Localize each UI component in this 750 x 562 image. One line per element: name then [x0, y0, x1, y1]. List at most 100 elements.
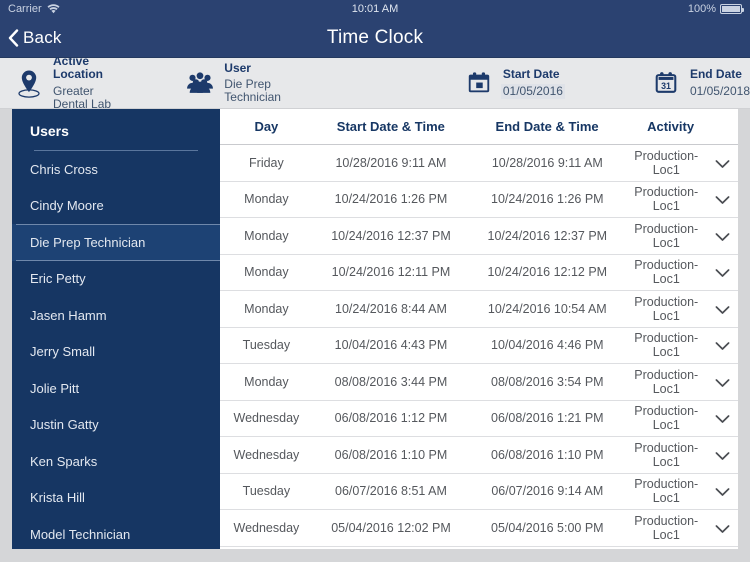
chevron-down-icon[interactable]	[715, 377, 730, 387]
chevron-down-icon[interactable]	[715, 340, 730, 351]
cell-activity-label: Production-Loc1	[634, 440, 699, 469]
cell-activity-label: Production-Loc1	[634, 404, 699, 433]
cell-day: Friday	[249, 155, 284, 170]
column-header-day: Day	[254, 119, 279, 134]
chevron-down-icon[interactable]	[715, 231, 730, 241]
chevron-down-icon[interactable]	[715, 413, 730, 424]
sidebar-item-user[interactable]: Jasen Hamm	[12, 297, 220, 334]
table-row[interactable]: Tuesday 10/04/2016 4:43 PM 10/04/2016 4:46…	[220, 327, 738, 364]
active-location-label: Active Location	[53, 54, 103, 82]
table-row[interactable]: Monday 10/24/2016 12:11 PM 10/24/2016 12:1…	[220, 254, 738, 291]
sidebar-item-user[interactable]: Justin Gatty	[12, 407, 220, 444]
cell-activity-label: Production-Loc1	[634, 258, 699, 287]
active-location-filter[interactable]: Active Location Greater Dental Lab	[14, 54, 119, 111]
battery-percent-label: 100%	[687, 3, 716, 15]
time-clock-screen: Carrier 10:01 AM 100% Back Time Clock Ac…	[0, 0, 750, 562]
cell-activity[interactable]: Production-Loc1	[625, 258, 738, 286]
sidebar-item-label: Jasen Hamm	[30, 307, 107, 323]
table-row[interactable]: Monday 10/24/2016 1:26 PM 10/24/2016 1:26 …	[220, 181, 738, 218]
cell-activity[interactable]: Production-Loc1	[625, 514, 738, 542]
cell-end: 06/08/2016 1:10 PM	[491, 447, 604, 462]
cell-day: Tuesday	[242, 484, 291, 499]
content-area: Users Chris Cross Cindy Moore Die Prep Tec…	[0, 109, 750, 562]
cell-activity[interactable]: Production-Loc1	[625, 185, 738, 213]
end-date-value[interactable]: 01/05/2018	[690, 84, 750, 98]
table-row[interactable]: Wednesday 06/08/2016 1:10 PM 06/08/2016 1:…	[220, 437, 738, 474]
cell-activity[interactable]: Production-Loc1	[625, 441, 738, 469]
sidebar-item-user[interactable]: Model Technician	[12, 516, 220, 549]
cell-activity[interactable]: Production-Loc1	[625, 149, 738, 177]
table-row[interactable]: Monday 10/24/2016 8:44 AM 10/24/2016 10:54…	[220, 291, 738, 328]
cell-activity[interactable]: Production-Loc1	[625, 404, 738, 432]
cell-activity-label: Production-Loc1	[634, 477, 699, 506]
column-header-start: Start Date & Time	[336, 119, 445, 134]
sidebar-item-user[interactable]: Jerry Small	[12, 334, 220, 371]
end-date-text: End Date 01/05/2018	[690, 68, 750, 98]
sidebar-item-label: Krista Hill	[30, 490, 85, 506]
cell-activity-label: Production-Loc1	[634, 185, 699, 214]
end-date-filter[interactable]: 31 End Date 01/05/2018	[651, 66, 750, 100]
start-date-filter[interactable]: Start Date 01/05/2016	[464, 66, 565, 100]
cell-end: 10/04/2016 4:46 PM	[491, 338, 604, 353]
back-button-label: Back	[23, 27, 62, 47]
cell-end: 10/24/2016 12:12 PM	[487, 265, 608, 280]
cell-activity[interactable]: Production-Loc1	[625, 477, 738, 505]
cell-activity[interactable]: Production-Loc1	[625, 368, 738, 396]
user-filter[interactable]: User Die Prep Technician	[185, 61, 294, 105]
cell-start: 06/08/2016 1:10 PM	[334, 447, 448, 462]
table-row[interactable]: Tuesday 06/07/2016 8:51 AM 06/07/2016 9:14…	[220, 473, 738, 510]
cell-start: 10/04/2016 4:43 PM	[334, 338, 448, 353]
active-location-value: Greater Dental Lab	[53, 83, 112, 111]
chevron-down-icon[interactable]	[715, 194, 730, 205]
start-date-text: Start Date 01/05/2016	[500, 67, 565, 99]
table-row[interactable]: Monday 10/24/2016 12:37 PM 10/24/2016 12:3…	[220, 218, 738, 255]
chevron-down-icon[interactable]	[715, 158, 730, 168]
sidebar-item-user[interactable]: Chris Cross	[12, 151, 220, 188]
chevron-down-icon[interactable]	[715, 450, 730, 460]
cell-day: Wednesday	[233, 447, 300, 462]
sidebar-item-user[interactable]: Jolie Pitt	[12, 370, 220, 407]
chevron-down-icon[interactable]	[715, 304, 730, 314]
cell-activity[interactable]: Production-Loc1	[625, 295, 738, 323]
start-date-value[interactable]: 01/05/2016	[500, 83, 565, 99]
cell-activity[interactable]: Production-Loc1	[625, 331, 738, 359]
cell-activity[interactable]: Production-Loc1	[625, 222, 738, 250]
cell-end: 06/08/2016 1:21 PM	[491, 411, 604, 426]
sidebar-item-user[interactable]: Ken Sparks	[12, 443, 220, 480]
table-row[interactable]: Friday 10/28/2016 9:11 AM 10/28/2016 9:11 …	[220, 145, 738, 182]
cell-activity-label: Production-Loc1	[634, 331, 699, 360]
sidebar-item-user[interactable]: Eric Petty	[12, 261, 220, 298]
cell-activity-label: Production-Loc1	[634, 221, 699, 250]
map-pin-icon	[14, 66, 44, 100]
cell-end: 05/04/2016 5:00 PM	[491, 520, 604, 535]
sidebar-item-user[interactable]: Cindy Moore	[12, 188, 220, 225]
chevron-down-icon[interactable]	[715, 523, 730, 533]
users-sidebar-title: Users	[30, 123, 69, 139]
table-header-row: Day Start Date & Time End Date & Time Ac…	[220, 109, 738, 145]
table-row[interactable]: Monday 08/08/2016 3:44 PM 08/08/2016 3:54 …	[220, 364, 738, 401]
column-header-activity: Activity	[625, 119, 738, 134]
users-sidebar-header: Users	[12, 109, 220, 151]
table-row[interactable]: Wednesday 05/04/2016 12:02 PM 05/04/2016 5…	[220, 510, 738, 547]
table-row[interactable]: Wednesday 06/08/2016 1:12 PM 06/08/2016 1:…	[220, 400, 738, 437]
cell-end: 08/08/2016 3:54 PM	[491, 374, 604, 389]
cell-start: 10/24/2016 12:37 PM	[331, 228, 451, 243]
column-header-end: End Date & Time	[495, 119, 599, 134]
cell-day: Monday	[244, 301, 289, 316]
sidebar-item-label: Cindy Moore	[30, 198, 104, 214]
sidebar-item-label: Die Prep Technician	[30, 234, 146, 250]
start-date-label: Start Date	[502, 67, 560, 82]
chevron-down-icon[interactable]	[715, 267, 730, 278]
time-entries-table: Day Start Date & Time End Date & Time Ac…	[220, 109, 738, 549]
sidebar-item-user[interactable]: Krista Hill	[12, 480, 220, 517]
cell-start: 10/24/2016 12:11 PM	[331, 265, 451, 280]
back-button[interactable]: Back	[0, 28, 72, 48]
cell-start: 10/28/2016 9:11 AM	[335, 155, 447, 170]
cell-day: Monday	[244, 265, 289, 280]
calendar-icon	[464, 66, 494, 100]
cell-day: Monday	[244, 192, 289, 207]
cell-start: 06/08/2016 1:12 PM	[334, 411, 448, 426]
chevron-down-icon[interactable]	[715, 486, 730, 497]
cell-day: Tuesday	[242, 338, 291, 353]
sidebar-item-user[interactable]: Die Prep Technician	[12, 224, 220, 261]
